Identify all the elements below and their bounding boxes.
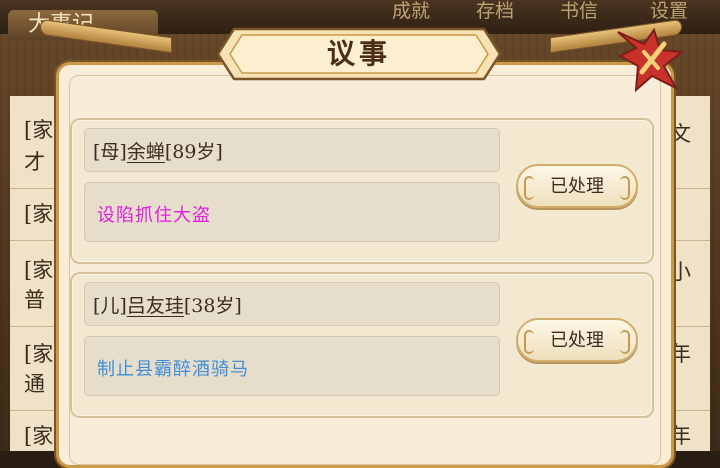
dialog-title: 议事 bbox=[326, 37, 391, 70]
close-icon[interactable] bbox=[614, 22, 686, 94]
matter-card: [儿]吕友珪[38岁] 制止县霸醉酒骑马 已处理 bbox=[70, 272, 654, 418]
chronicle-row-5-label: [家 bbox=[24, 424, 54, 448]
chronicle-row-4-label: [家 bbox=[24, 342, 54, 366]
event-text: 设陷抓住大盗 bbox=[97, 205, 211, 226]
person-age: [38岁] bbox=[183, 295, 242, 317]
person-age: [89岁] bbox=[164, 141, 223, 163]
tab-achievements[interactable]: 成就 bbox=[382, 0, 440, 26]
chronicle-row-3-label: [家 bbox=[24, 258, 54, 282]
person-name[interactable]: 吕友珪 bbox=[127, 295, 184, 317]
tab-save[interactable]: 存档 bbox=[466, 0, 524, 26]
event-text: 制止县霸醉酒骑马 bbox=[97, 359, 249, 380]
handled-button[interactable]: 已处理 bbox=[516, 164, 638, 208]
chronicle-row-2-label: [家 bbox=[24, 202, 54, 226]
person-name[interactable]: 余蝉 bbox=[127, 141, 165, 163]
relation-label: [母] bbox=[93, 141, 127, 163]
person-info: [儿]吕友珪[38岁] bbox=[84, 282, 500, 326]
event-box: 设陷抓住大盗 bbox=[84, 182, 500, 242]
handled-button[interactable]: 已处理 bbox=[516, 318, 638, 362]
relation-label: [儿] bbox=[93, 295, 127, 317]
matter-card: [母]余蝉[89岁] 设陷抓住大盗 已处理 bbox=[70, 118, 654, 264]
chronicle-row-4-sub: 通 bbox=[24, 372, 45, 396]
person-info: [母]余蝉[89岁] bbox=[84, 128, 500, 172]
person-line: [母]余蝉[89岁] bbox=[93, 137, 223, 164]
chronicle-row-3-sub: 普 bbox=[24, 288, 45, 312]
tab-letters[interactable]: 书信 bbox=[550, 0, 608, 26]
chronicle-row-1-label: [家 bbox=[24, 118, 54, 142]
event-box: 制止县霸醉酒骑马 bbox=[84, 336, 500, 396]
person-line: [儿]吕友珪[38岁] bbox=[93, 291, 242, 318]
chronicle-row-1-sub: 才 bbox=[24, 150, 45, 174]
